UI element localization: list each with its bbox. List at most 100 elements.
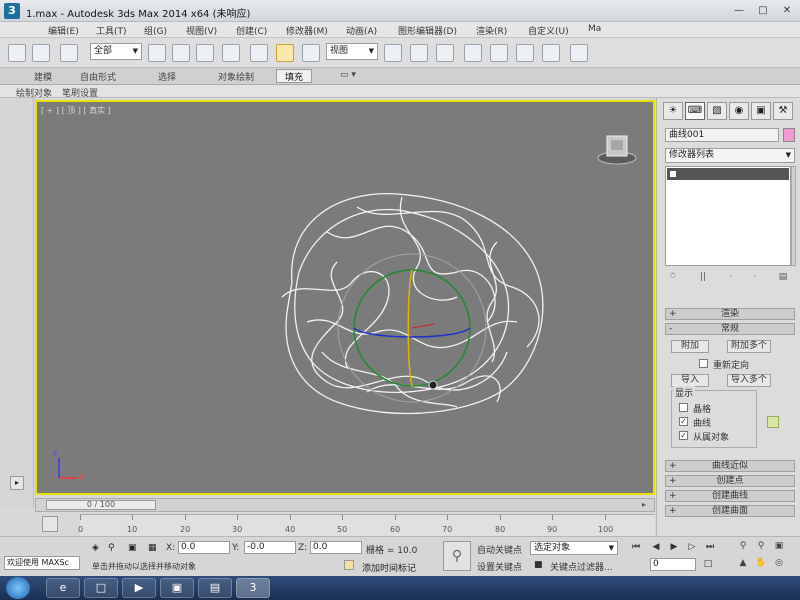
selection-lock-toggle-icon[interactable]: ▣ <box>128 543 137 553</box>
ie-icon[interactable]: e <box>46 578 80 598</box>
hierarchy-icon[interactable]: ▧ <box>707 102 727 120</box>
perspective-viewport[interactable]: [ + ] [ 顶 ] [ 真实 ] z x <box>35 100 655 495</box>
app-icon-2[interactable]: ▤ <box>198 578 232 598</box>
expand-box-icon[interactable] <box>670 171 676 177</box>
x-coord-field[interactable]: 0.0 <box>178 541 230 554</box>
select-rotate-icon[interactable] <box>276 44 294 62</box>
create-icon[interactable]: ☀ <box>663 102 683 120</box>
window-crossing-icon[interactable] <box>222 44 240 62</box>
select-move-icon[interactable] <box>250 44 268 62</box>
absolute-mode-icon[interactable]: ▦ <box>148 543 157 553</box>
trackbar[interactable]: 0 10 20 30 40 50 60 70 80 90 100 <box>78 514 655 536</box>
zoom-icon[interactable]: ⚲ <box>736 541 750 553</box>
time-slider[interactable]: 0 / 100 ▸ <box>35 498 655 512</box>
curve-editor-icon[interactable] <box>42 516 58 532</box>
orbit-icon[interactable]: ◎ <box>772 558 786 570</box>
stack-row-selected[interactable] <box>667 168 789 180</box>
zoom-extents-icon[interactable]: ▣ <box>772 541 786 553</box>
utilities-icon[interactable]: ⚒ <box>773 102 793 120</box>
expand-icon[interactable]: ▸ <box>10 476 24 490</box>
percent-snap-icon[interactable] <box>516 44 534 62</box>
rollout-render[interactable]: + 渲染 <box>665 308 795 320</box>
explorer-icon[interactable]: □ <box>84 578 118 598</box>
attach-multiple-button[interactable]: 附加多个 <box>727 340 771 353</box>
brush-settings-tab[interactable]: 笔刷设置 <box>62 86 98 99</box>
angle-snap-icon[interactable] <box>490 44 508 62</box>
modifier-stack[interactable] <box>665 166 791 266</box>
stack-scrollbar[interactable] <box>791 166 796 266</box>
curves-checkbox[interactable]: ✓ <box>679 417 688 426</box>
menu-views[interactable]: 视图(V) <box>186 24 217 37</box>
modifier-list-dropdown[interactable]: 修改器列表 ▼ <box>665 148 795 163</box>
ribbon-tab-freeform[interactable]: 自由形式 <box>80 70 116 83</box>
motion-icon[interactable]: ◉ <box>729 102 749 120</box>
ref-coord-dropdown[interactable]: 视图 ▼ <box>326 43 378 60</box>
link-icon[interactable] <box>60 44 78 62</box>
pivot-center-icon[interactable] <box>384 44 402 62</box>
selection-filter-dropdown[interactable]: 全部 ▼ <box>90 43 142 60</box>
menu-edit[interactable]: 编辑(E) <box>48 24 79 37</box>
selection-set-dropdown[interactable]: 选定对象 ▼ <box>530 541 618 555</box>
time-slider-thumb[interactable]: 0 / 100 <box>46 500 156 510</box>
y-coord-field[interactable]: -0.0 <box>244 541 296 554</box>
ribbon-tab-populate[interactable]: 填充 <box>276 69 313 83</box>
spinner-snap-icon[interactable] <box>542 44 560 62</box>
ribbon-options-icon[interactable]: ▭ ▾ <box>340 70 356 80</box>
start-button-icon[interactable] <box>6 577 30 599</box>
rect-selection-icon[interactable] <box>196 44 214 62</box>
add-time-tag-label[interactable]: 添加时间标记 <box>362 561 416 574</box>
object-name-field[interactable]: 曲线001 <box>665 128 779 142</box>
select-manipulate-icon[interactable] <box>410 44 428 62</box>
menu-animation[interactable]: 动画(A) <box>346 24 377 37</box>
app-icon[interactable]: ▣ <box>160 578 194 598</box>
selection-lock-icon[interactable]: ◈ <box>92 543 99 553</box>
undo-icon[interactable] <box>8 44 26 62</box>
rollout-general[interactable]: - 常规 <box>665 323 795 335</box>
app-logo-icon[interactable]: 3 <box>4 3 20 19</box>
modify-icon[interactable]: ⌨ <box>685 102 705 120</box>
auto-key-button[interactable]: 自动关键点 <box>477 543 522 556</box>
display-color-icon[interactable] <box>767 416 779 428</box>
import-multiple-button[interactable]: 导入多个 <box>727 374 771 387</box>
menu-tools[interactable]: 工具(T) <box>96 24 127 37</box>
next-frame-button-icon[interactable]: ▷ <box>684 541 700 555</box>
select-scale-icon[interactable] <box>302 44 320 62</box>
attach-button[interactable]: 附加 <box>671 340 709 353</box>
3dsmax-taskbar-icon[interactable]: 3 <box>236 578 270 598</box>
rollout-create-surfaces[interactable]: + 创建曲面 <box>665 505 795 517</box>
field-of-view-icon[interactable]: ▲ <box>736 558 750 570</box>
lattices-checkbox[interactable] <box>679 403 688 412</box>
maximize-icon[interactable]: □ <box>752 3 774 19</box>
menu-group[interactable]: 组(G) <box>144 24 167 37</box>
ribbon-tab-object-paint[interactable]: 对象绘制 <box>218 70 254 83</box>
keyboard-shortcut-icon[interactable] <box>436 44 454 62</box>
rollout-curve-approx[interactable]: + 曲线近似 <box>665 460 795 472</box>
go-to-end-icon[interactable]: ⏭ <box>702 541 718 555</box>
isolate-icon[interactable]: ⚲ <box>108 543 115 553</box>
menu-rendering[interactable]: 渲染(R) <box>476 24 507 37</box>
previous-frame-icon[interactable]: ◀ <box>648 541 664 555</box>
menu-maxscript[interactable]: Ma <box>588 24 601 34</box>
redo-icon[interactable] <box>32 44 50 62</box>
go-to-start-icon[interactable]: ⏮ <box>628 541 644 555</box>
configure-sets-icon[interactable]: ▤ <box>775 272 791 286</box>
ribbon-tab-selection[interactable]: 选择 <box>158 70 176 83</box>
named-selection-icon[interactable] <box>570 44 588 62</box>
make-unique-icon[interactable]: ⋅ <box>723 272 739 286</box>
time-tag-icon[interactable] <box>344 560 354 570</box>
rollout-create-points[interactable]: + 创建点 <box>665 475 795 487</box>
close-icon[interactable]: ✕ <box>776 3 798 19</box>
reorient-checkbox[interactable] <box>699 359 708 368</box>
key-icon[interactable]: ⚲ <box>443 541 471 571</box>
remove-modifier-icon[interactable]: ⋅ <box>747 272 763 286</box>
set-key-button[interactable]: 设置关键点 <box>477 560 522 573</box>
object-color-swatch[interactable] <box>783 128 795 142</box>
snap-toggle-icon[interactable] <box>464 44 482 62</box>
pin-stack-icon[interactable]: ⍥ <box>665 272 681 286</box>
zoom-all-icon[interactable]: ⚲ <box>754 541 768 553</box>
key-filters-icon[interactable]: ■ <box>534 560 543 570</box>
maxscript-listener[interactable]: 欢迎使用 MAXSc <box>4 556 80 570</box>
pan-icon[interactable]: ✋ <box>754 558 768 570</box>
select-object-icon[interactable] <box>148 44 166 62</box>
z-coord-field[interactable]: 0.0 <box>310 541 362 554</box>
